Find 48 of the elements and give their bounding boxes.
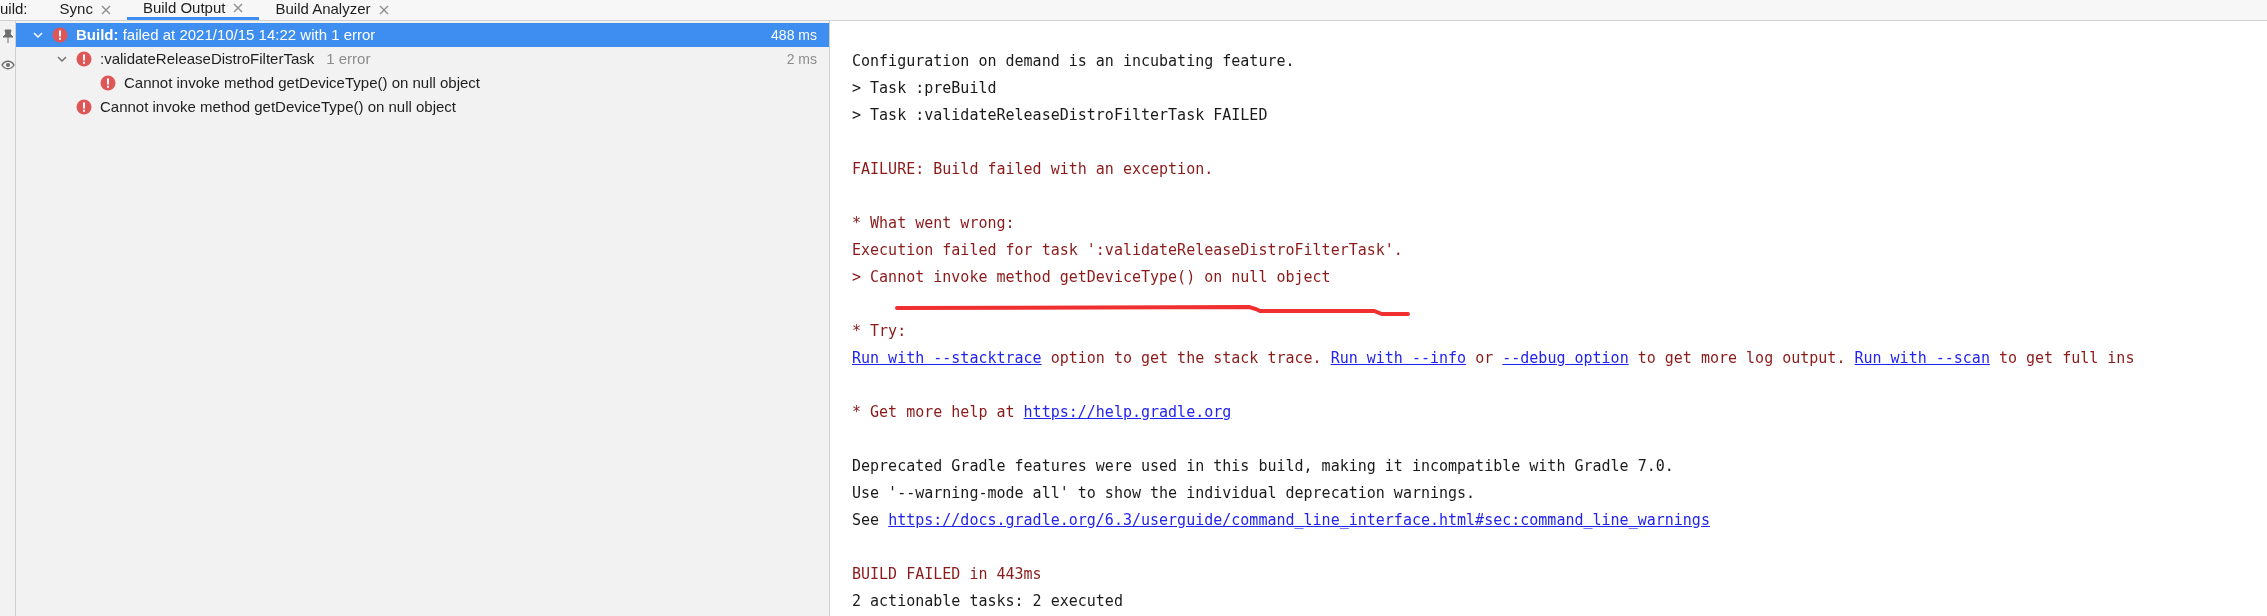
tree-label: :validateReleaseDistroFilterTask	[100, 48, 315, 69]
toolwindow-label: uild:	[0, 0, 28, 19]
chevron-icon[interactable]	[56, 53, 68, 65]
console-text: option to get the stack trace.	[1049, 348, 1323, 369]
console-text: Use '--warning-mode all' to show the individual deprecation warnings.	[852, 483, 1476, 504]
console-text: BUILD FAILED in 443ms	[852, 564, 1042, 585]
console-text: > Cannot invoke method getDeviceType() on null object	[852, 267, 1331, 288]
console-text: to get full ins	[1997, 348, 2135, 369]
console-link[interactable]: --debug option	[1502, 345, 1629, 372]
console-text: * What went wrong:	[852, 213, 1015, 234]
console-text: or	[1474, 348, 1495, 369]
console-text: FAILURE: Build failed with an exception.	[852, 159, 1214, 180]
console-link[interactable]: Run with --info	[1330, 345, 1467, 372]
close-icon[interactable]	[378, 4, 389, 15]
console-link[interactable]: Run with --stacktrace	[852, 345, 1042, 372]
error-icon	[52, 27, 68, 43]
tree-row[interactable]: Cannot invoke method getDeviceType() on null object	[16, 95, 829, 119]
duration: 2 ms	[786, 49, 817, 69]
console-text: * Try:	[852, 321, 907, 342]
console-text: to get more log output.	[1636, 348, 1847, 369]
tree-label: Build: failed at 2021/10/15 14:22 with 1 error	[76, 24, 376, 45]
console-text: > Task :validateReleaseDistroFilterTask FAILED	[852, 105, 1268, 126]
error-icon	[100, 75, 116, 91]
error-icon	[76, 99, 92, 115]
tree-row[interactable]: Cannot invoke method getDeviceType() on null object	[16, 71, 829, 95]
tree-row[interactable]: :validateReleaseDistroFilterTask 1 error 2 ms	[16, 47, 829, 71]
tab[interactable]: Sync	[43, 0, 127, 20]
tree-label: Cannot invoke method getDeviceType() on null object	[100, 96, 457, 117]
console-link[interactable]: https://docs.gradle.org/6.3/userguide/command_line_interface.html#sec:command_line_warnings	[888, 507, 1710, 534]
close-icon[interactable]	[233, 3, 244, 13]
console-text: See	[852, 510, 881, 531]
console-text: Execution failed for task ':validateReleaseDistroFilterTask'.	[852, 240, 1403, 261]
console-text: Deprecated Gradle features were used in this build, making it incompatible with Gradle 7.0.	[852, 456, 1674, 477]
console-link[interactable]: https://help.gradle.org	[1023, 399, 1232, 426]
console-text: > Task :preBuild	[852, 78, 997, 99]
console-text: * Get more help at	[852, 402, 1016, 423]
eye-icon[interactable]	[0, 59, 15, 71]
error-count: 1 error	[326, 48, 371, 69]
console-link[interactable]: Run with --scan	[1854, 345, 1990, 372]
tab[interactable]: Build Analyzer	[259, 0, 405, 20]
tree-label: Cannot invoke method getDeviceType() on null object	[124, 72, 481, 93]
chevron-icon[interactable]	[32, 29, 44, 41]
console-text: Configuration on demand is an incubating feature.	[852, 51, 1295, 72]
console-text: 2 actionable tasks: 2 executed	[852, 591, 1123, 612]
error-icon	[76, 51, 92, 67]
close-icon[interactable]	[100, 4, 111, 15]
duration: 488 ms	[771, 25, 817, 45]
pin-icon[interactable]	[1, 29, 14, 43]
